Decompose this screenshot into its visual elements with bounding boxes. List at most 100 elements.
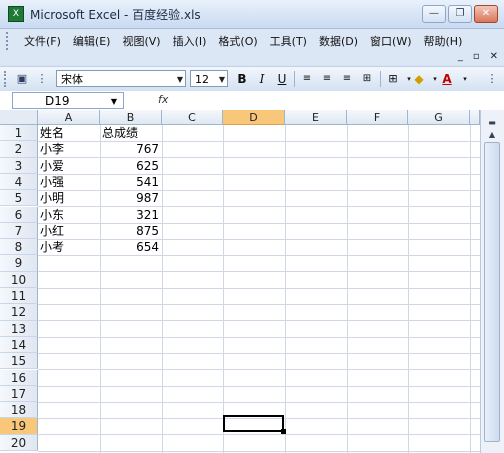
gridline bbox=[38, 304, 480, 305]
menu-help[interactable]: 帮助(H) bbox=[424, 33, 463, 49]
font-size-dropdown[interactable]: 12 ▼ bbox=[190, 70, 228, 87]
vertical-scrollbar[interactable]: ▬ ▲ bbox=[480, 110, 504, 453]
font-color-button[interactable]: A bbox=[438, 70, 456, 88]
row-header[interactable]: 20 bbox=[0, 434, 38, 451]
row-header[interactable]: 12 bbox=[0, 304, 38, 321]
cell-score[interactable]: 541 bbox=[100, 174, 159, 190]
formula-input[interactable] bbox=[176, 92, 500, 109]
column-header-d[interactable]: D bbox=[223, 110, 285, 125]
cell-name[interactable]: 小强 bbox=[40, 174, 64, 190]
menu-format[interactable]: 格式(O) bbox=[218, 33, 257, 49]
cell-name[interactable]: 小东 bbox=[40, 207, 64, 223]
toolbar-grip-handle[interactable] bbox=[4, 71, 9, 87]
chevron-down-icon: ▼ bbox=[110, 97, 117, 106]
row-header[interactable]: 6 bbox=[0, 206, 38, 223]
align-center-icon[interactable]: ≡ bbox=[318, 70, 336, 88]
excel-window: X Microsoft Excel - 百度经验.xls — ❐ ✕ 文件(F)… bbox=[0, 0, 504, 453]
row-header[interactable]: 1 bbox=[0, 125, 38, 142]
column-header-b[interactable]: B bbox=[100, 110, 162, 125]
column-header-c[interactable]: C bbox=[162, 110, 223, 125]
chevron-down-icon: ▼ bbox=[218, 75, 225, 84]
toolbar-options-icon[interactable]: ⋮ bbox=[34, 71, 50, 87]
row-header[interactable]: 3 bbox=[0, 157, 38, 174]
name-box-value: D19 bbox=[45, 94, 70, 108]
gridline bbox=[38, 352, 480, 354]
font-name-dropdown[interactable]: 宋体 ▼ bbox=[56, 70, 186, 87]
cell-score[interactable]: 321 bbox=[100, 207, 159, 223]
name-box[interactable]: D19 ▼ bbox=[12, 92, 124, 109]
menu-data[interactable]: 数据(D) bbox=[319, 33, 358, 49]
row-header[interactable]: 10 bbox=[0, 271, 38, 288]
font-size-value: 12 bbox=[195, 73, 209, 86]
row-header[interactable]: 9 bbox=[0, 255, 38, 272]
workbook-restore-icon[interactable]: ▫ bbox=[473, 51, 480, 62]
cell-name[interactable]: 小考 bbox=[40, 239, 64, 255]
insert-function-icon[interactable]: fx bbox=[158, 93, 168, 106]
menu-insert[interactable]: 插入(I) bbox=[173, 33, 207, 49]
scroll-up-icon[interactable]: ▲ bbox=[484, 128, 500, 142]
cell-score[interactable]: 875 bbox=[100, 223, 159, 239]
close-button[interactable]: ✕ bbox=[474, 5, 498, 23]
cell-b1-header[interactable]: 总成绩 bbox=[102, 125, 138, 141]
cell-score[interactable]: 987 bbox=[100, 190, 159, 206]
cell-name[interactable]: 小李 bbox=[40, 141, 64, 157]
fill-handle[interactable] bbox=[281, 429, 286, 434]
column-header-f[interactable]: F bbox=[347, 110, 408, 125]
column-header-partial[interactable] bbox=[470, 110, 480, 125]
workbook-minimize-icon[interactable]: _ bbox=[458, 51, 463, 62]
menu-window[interactable]: 窗口(W) bbox=[370, 33, 411, 49]
menu-view[interactable]: 视图(V) bbox=[122, 33, 160, 49]
cell-a1-header[interactable]: 姓名 bbox=[40, 125, 64, 141]
italic-button[interactable]: I bbox=[253, 70, 271, 88]
row-header[interactable]: 8 bbox=[0, 239, 38, 256]
row-header[interactable]: 11 bbox=[0, 288, 38, 305]
excel-app-icon[interactable]: X bbox=[8, 6, 24, 22]
gridline bbox=[38, 255, 480, 257]
row-header[interactable]: 5 bbox=[0, 190, 38, 207]
minimize-button[interactable]: — bbox=[422, 5, 446, 23]
gridline bbox=[38, 385, 480, 387]
row-header[interactable]: 4 bbox=[0, 173, 38, 191]
formatting-toolbar: ▣ ⋮ 宋体 ▼ 12 ▼ B I U ≡ ≡ ≡ ⊞ ⊞ ▾ ◆ ▾ A ▾ … bbox=[0, 66, 504, 92]
formula-bar: D19 ▼ fx bbox=[0, 91, 504, 111]
toolbar-separator bbox=[380, 71, 381, 87]
row-header[interactable]: 2 bbox=[0, 141, 38, 158]
cell-score[interactable]: 625 bbox=[100, 158, 159, 174]
menu-grip-handle[interactable] bbox=[6, 32, 20, 50]
cell-score[interactable]: 654 bbox=[100, 239, 159, 255]
worksheet-grid[interactable]: A B C D E F G 1 2 3 4 5 6 7 8 9 10 11 12… bbox=[0, 110, 480, 453]
cell-name[interactable]: 小爱 bbox=[40, 158, 64, 174]
cell-name[interactable]: 小明 bbox=[40, 190, 64, 206]
column-header-g[interactable]: G bbox=[408, 110, 470, 125]
menu-edit[interactable]: 编辑(E) bbox=[73, 33, 111, 49]
scroll-thumb[interactable] bbox=[484, 142, 500, 442]
underline-button[interactable]: U bbox=[273, 70, 291, 88]
align-right-icon[interactable]: ≡ bbox=[338, 70, 356, 88]
select-all-corner[interactable] bbox=[0, 110, 38, 125]
gridline bbox=[38, 271, 480, 273]
column-header-a[interactable]: A bbox=[38, 110, 100, 125]
workbook-close-icon[interactable]: ✕ bbox=[490, 51, 498, 62]
row-header[interactable]: 16 bbox=[0, 369, 38, 386]
row-header[interactable]: 13 bbox=[0, 320, 38, 337]
window-title: Microsoft Excel - 百度经验.xls bbox=[30, 7, 201, 22]
save-icon[interactable]: ▣ bbox=[14, 71, 30, 87]
row-header[interactable]: 17 bbox=[0, 385, 38, 403]
align-left-icon[interactable]: ≡ bbox=[298, 70, 316, 88]
column-header-e[interactable]: E bbox=[285, 110, 347, 125]
active-cell-d19[interactable] bbox=[223, 415, 286, 434]
cell-score[interactable]: 767 bbox=[100, 141, 159, 157]
row-header[interactable]: 18 bbox=[0, 402, 38, 419]
toolbar-options-icon[interactable]: ⋮ bbox=[484, 71, 500, 87]
row-header[interactable]: 19 bbox=[0, 418, 38, 435]
menu-tools[interactable]: 工具(T) bbox=[270, 33, 307, 49]
row-header[interactable]: 7 bbox=[0, 222, 38, 240]
bold-button[interactable]: B bbox=[233, 70, 251, 88]
menu-file[interactable]: 文件(F) bbox=[24, 33, 61, 49]
restore-button[interactable]: ❐ bbox=[448, 5, 472, 23]
row-header[interactable]: 15 bbox=[0, 353, 38, 370]
cell-name[interactable]: 小红 bbox=[40, 223, 64, 239]
merge-center-icon[interactable]: ⊞ bbox=[358, 70, 376, 88]
font-color-dropdown-icon[interactable]: ▾ bbox=[456, 70, 474, 88]
row-header[interactable]: 14 bbox=[0, 336, 38, 354]
